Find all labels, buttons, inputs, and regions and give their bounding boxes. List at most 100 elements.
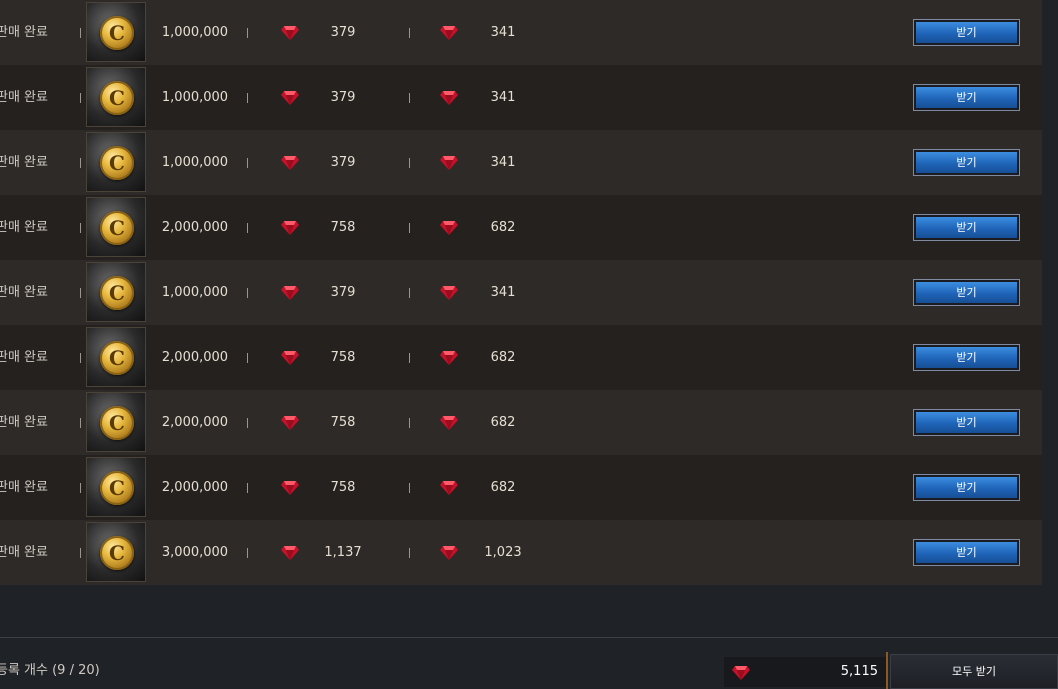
sale-price: 2,000,000: [161, 480, 229, 495]
gem-price: 379: [330, 25, 356, 40]
item-slot[interactable]: C: [86, 392, 146, 452]
table-row: 판매 완료 C 2,000,000 758 682 받기: [0, 390, 1042, 455]
gem-receive: 341: [490, 155, 516, 170]
receive-button-label: 받기: [916, 87, 1017, 108]
table-row: 판매 완료 C 1,000,000 379 341 받기: [0, 0, 1042, 65]
table-row: 판매 완료 C 3,000,000 1,137 1,023 받기: [0, 520, 1042, 585]
item-slot[interactable]: C: [86, 132, 146, 192]
coin-letter: C: [109, 151, 125, 175]
receive-button-label: 받기: [916, 412, 1017, 433]
sales-list-panel: 판매 완료 C 1,000,000 379 341 받기 판매 완료 C 1,000,000 37…: [0, 0, 1058, 689]
gold-coin-icon: C: [100, 81, 134, 115]
column-separator: [247, 288, 248, 298]
column-separator: [80, 158, 81, 168]
receive-button-label: 받기: [916, 152, 1017, 173]
item-slot[interactable]: C: [86, 2, 146, 62]
column-separator: [247, 28, 248, 38]
column-separator: [247, 158, 248, 168]
column-separator: [409, 548, 410, 558]
sale-price: 2,000,000: [161, 350, 229, 365]
column-separator: [80, 483, 81, 493]
red-gem-icon: [281, 26, 299, 40]
coin-letter: C: [109, 281, 125, 305]
column-separator: [80, 93, 81, 103]
gem-price: 758: [330, 220, 356, 235]
footer-accent-divider: [886, 652, 888, 689]
gold-coin-icon: C: [100, 16, 134, 50]
coin-letter: C: [109, 216, 125, 240]
red-gem-icon: [440, 416, 458, 430]
receive-button[interactable]: 받기: [913, 344, 1020, 371]
sale-status: 판매 완료: [0, 155, 48, 170]
red-gem-icon: [281, 351, 299, 365]
red-gem-icon: [440, 156, 458, 170]
gem-receive: 1,023: [484, 545, 522, 560]
receive-button-label: 받기: [916, 282, 1017, 303]
sale-status: 판매 완료: [0, 415, 48, 430]
coin-letter: C: [109, 541, 125, 565]
gem-receive: 682: [490, 350, 516, 365]
gem-receive: 682: [490, 415, 516, 430]
item-slot[interactable]: C: [86, 522, 146, 582]
sale-price: 1,000,000: [161, 25, 229, 40]
gold-coin-icon: C: [100, 146, 134, 180]
red-gem-icon: [281, 156, 299, 170]
receive-all-button[interactable]: 모두 받기: [890, 654, 1058, 689]
coin-letter: C: [109, 346, 125, 370]
sale-price: 1,000,000: [161, 285, 229, 300]
sale-price: 2,000,000: [161, 220, 229, 235]
item-slot[interactable]: C: [86, 262, 146, 322]
column-separator: [80, 288, 81, 298]
coin-letter: C: [109, 21, 125, 45]
gem-price: 379: [330, 155, 356, 170]
gold-coin-icon: C: [100, 276, 134, 310]
column-separator: [409, 223, 410, 233]
gold-coin-icon: C: [100, 536, 134, 570]
sale-status: 판매 완료: [0, 350, 48, 365]
gem-receive: 341: [490, 25, 516, 40]
gold-coin-icon: C: [100, 211, 134, 245]
receive-button[interactable]: 받기: [913, 409, 1020, 436]
column-separator: [409, 93, 410, 103]
table-row: 판매 완료 C 1,000,000 379 341 받기: [0, 260, 1042, 325]
table-row: 판매 완료 C 2,000,000 758 682 받기: [0, 325, 1042, 390]
receive-button-label: 받기: [916, 542, 1017, 563]
receive-button[interactable]: 받기: [913, 149, 1020, 176]
gem-price: 379: [330, 90, 356, 105]
column-separator: [80, 28, 81, 38]
gem-price: 758: [330, 350, 356, 365]
column-separator: [247, 223, 248, 233]
receive-button-label: 받기: [916, 217, 1017, 238]
receive-button[interactable]: 받기: [913, 474, 1020, 501]
red-gem-icon: [281, 286, 299, 300]
receive-button[interactable]: 받기: [913, 539, 1020, 566]
column-separator: [80, 548, 81, 558]
item-slot[interactable]: C: [86, 457, 146, 517]
item-slot[interactable]: C: [86, 197, 146, 257]
gem-price: 379: [330, 285, 356, 300]
sale-status: 판매 완료: [0, 285, 48, 300]
column-separator: [247, 548, 248, 558]
column-separator: [80, 223, 81, 233]
sale-price: 2,000,000: [161, 415, 229, 430]
sale-price: 1,000,000: [161, 90, 229, 105]
gold-coin-icon: C: [100, 406, 134, 440]
gold-coin-icon: C: [100, 471, 134, 505]
column-separator: [409, 483, 410, 493]
red-gem-icon: [281, 416, 299, 430]
receive-button[interactable]: 받기: [913, 279, 1020, 306]
receive-button[interactable]: 받기: [913, 214, 1020, 241]
red-gem-icon: [440, 221, 458, 235]
sale-status: 판매 완료: [0, 220, 48, 235]
column-separator: [247, 483, 248, 493]
column-separator: [409, 353, 410, 363]
receive-button[interactable]: 받기: [913, 19, 1020, 46]
gold-coin-icon: C: [100, 341, 134, 375]
sale-status: 판매 완료: [0, 545, 48, 560]
item-slot[interactable]: C: [86, 327, 146, 387]
receive-button[interactable]: 받기: [913, 84, 1020, 111]
red-gem-icon: [281, 481, 299, 495]
item-slot[interactable]: C: [86, 67, 146, 127]
footer-divider: [0, 637, 1058, 638]
coin-letter: C: [109, 86, 125, 110]
